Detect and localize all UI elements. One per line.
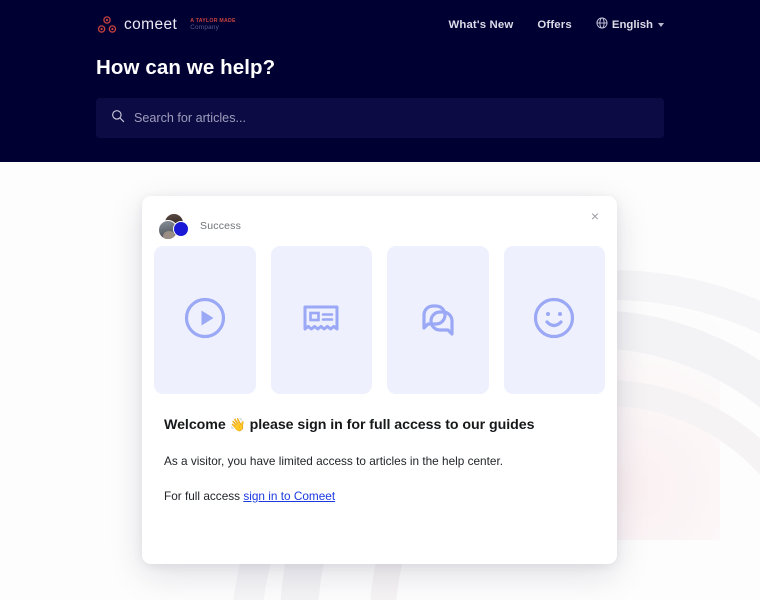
feature-cards <box>142 242 617 394</box>
chevron-down-icon <box>658 23 664 27</box>
site-header: comeet A TAYLOR MADE Company What's New … <box>0 0 760 162</box>
main-navigation: What's New Offers English <box>448 16 664 34</box>
card-article[interactable] <box>270 246 372 394</box>
article-icon <box>297 294 345 347</box>
sign-in-link[interactable]: sign in to Comeet <box>243 489 335 503</box>
signin-prompt-modal: Success × Welcome 👋 please sign in for f… <box>142 196 617 564</box>
language-label: English <box>611 19 653 31</box>
avatar-badge <box>173 221 189 237</box>
modal-paragraph: As a visitor, you have limited access to… <box>164 454 503 469</box>
page-title: How can we help? <box>96 56 276 79</box>
card-chat[interactable] <box>387 246 489 394</box>
modal-title-before: Welcome <box>164 417 226 433</box>
card-smiley[interactable] <box>503 246 605 394</box>
agent-avatars <box>158 213 192 240</box>
search-icon <box>111 109 125 128</box>
brand-logo[interactable]: comeet A TAYLOR MADE Company <box>96 14 236 36</box>
play-circle-icon <box>181 294 229 347</box>
modal-title: Welcome 👋 please sign in for full access… <box>164 416 595 435</box>
page-root: comeet A TAYLOR MADE Company What's New … <box>0 0 760 600</box>
nav-link-offers[interactable]: Offers <box>537 19 571 31</box>
hero-section: How can we help? Search for articles... <box>0 50 760 138</box>
search-input[interactable]: Search for articles... <box>134 111 246 125</box>
waving-hand-icon: 👋 <box>229 417 246 432</box>
card-video[interactable] <box>154 246 256 394</box>
comeet-logo-icon <box>96 14 118 36</box>
nav-link-whats-new[interactable]: What's New <box>448 19 513 31</box>
modal-cta-prefix: For full access <box>164 488 241 503</box>
globe-icon <box>596 16 608 34</box>
modal-header-label: Success <box>200 220 242 232</box>
modal-cta-line: For full access sign in to Comeet <box>164 487 595 505</box>
brand-wordmark: comeet <box>124 16 178 33</box>
modal-body: Welcome 👋 please sign in for full access… <box>142 394 617 505</box>
smiley-face-icon <box>530 294 578 347</box>
brand-tagline-bottom: Company <box>190 23 219 31</box>
close-icon[interactable]: × <box>587 208 603 224</box>
language-selector[interactable]: English <box>596 16 664 34</box>
modal-header: Success × <box>142 196 617 242</box>
search-bar[interactable]: Search for articles... <box>96 98 664 138</box>
top-navigation-bar: comeet A TAYLOR MADE Company What's New … <box>0 0 760 50</box>
brand-tagline: A TAYLOR MADE Company <box>190 18 235 32</box>
modal-title-after: please sign in for full access to our gu… <box>249 417 535 433</box>
chat-bubbles-icon <box>414 294 462 347</box>
